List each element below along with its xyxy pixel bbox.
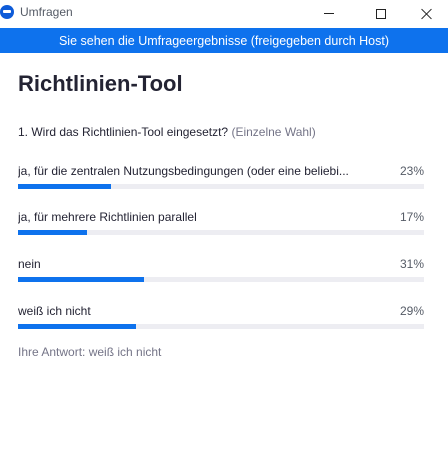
poll-option: ja, für mehrere Richtlinien parallel 17% [18,210,424,242]
close-button[interactable] [404,0,448,27]
question-type: (Einzelne Wahl) [231,125,316,139]
option-percent: 29% [399,304,424,318]
close-icon [421,8,433,20]
option-label: ja, für die zentralen Nutzungsbedingunge… [18,164,349,178]
window-title: Umfragen [20,5,73,19]
zoom-app-icon [0,5,14,19]
option-percent: 17% [399,210,424,224]
poll-option: nein 31% [18,257,424,289]
option-percent: 31% [399,257,424,271]
poll-question: 1. Wird das Richtlinien-Tool eingesetzt?… [18,125,316,139]
result-bar-fill [18,277,144,282]
poll-option: ja, für die zentralen Nutzungsbedingunge… [18,164,424,196]
poll-option: weiß ich nicht 29% [18,304,424,336]
option-label: weiß ich nicht [18,304,91,318]
title-bar: Umfragen [0,0,448,27]
result-bar-fill [18,324,136,329]
result-bar-track [18,277,424,282]
maximize-icon [376,8,386,19]
result-bar-fill [18,230,88,235]
result-bar-track [18,230,424,235]
minimize-button[interactable] [306,0,352,27]
your-answer: Ihre Antwort: weiß ich nicht [18,345,162,359]
option-label: nein [18,257,41,271]
result-bar-fill [18,184,112,189]
maximize-button[interactable] [358,0,404,27]
result-bar-track [18,324,424,329]
poll-title: Richtlinien-Tool [18,71,183,96]
shared-results-banner: Sie sehen die Umfrageergebnisse (freigeg… [0,28,448,53]
option-label: ja, für mehrere Richtlinien parallel [18,210,197,224]
question-text: 1. Wird das Richtlinien-Tool eingesetzt? [18,125,229,139]
option-percent: 23% [399,164,424,178]
minimize-icon [324,13,334,14]
result-bar-track [18,184,424,189]
